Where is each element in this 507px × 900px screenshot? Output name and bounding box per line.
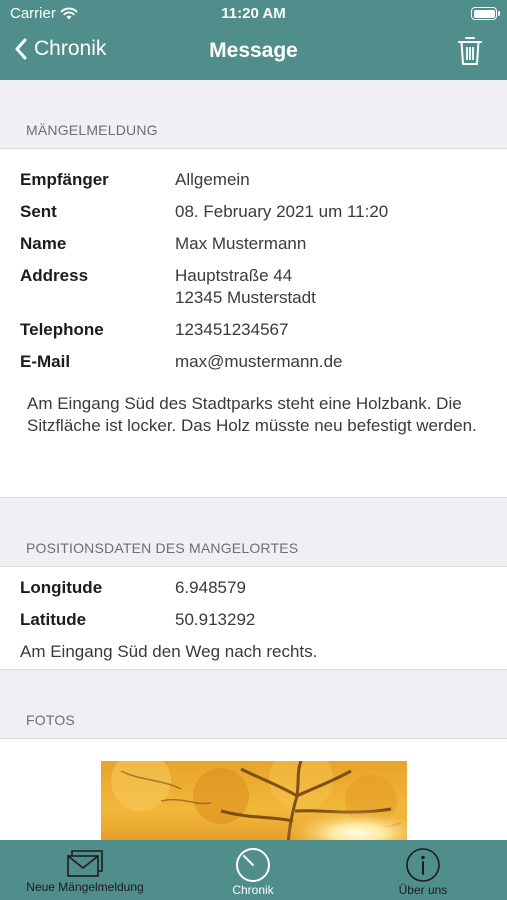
value-address: Hauptstraße 44 12345 Musterstadt <box>175 265 316 309</box>
row-address: Address Hauptstraße 44 12345 Musterstadt <box>0 265 507 309</box>
row-name: Name Max Mustermann <box>0 233 507 255</box>
row-recipient: Empfänger Allgemein <box>0 169 507 191</box>
label-longitude: Longitude <box>20 578 103 597</box>
tab-chronik[interactable]: Chronik <box>213 840 293 900</box>
tab-bar: Neue Mängelmeldung Chronik Über uns <box>0 840 507 900</box>
label-sent: Sent <box>20 202 57 221</box>
label-name: Name <box>20 234 67 253</box>
address-street: Hauptstraße 44 <box>175 266 293 285</box>
row-telephone: Telephone 123451234567 <box>0 319 507 341</box>
top-header: Carrier 11:20 AM Chronik Message <box>0 0 507 80</box>
value-telephone[interactable]: 123451234567 <box>175 319 288 341</box>
autumn-tree-photo <box>101 761 407 840</box>
position-note: Am Eingang Süd den Weg nach rechts. <box>20 642 318 661</box>
message-detail[interactable]: MÄNGELMELDUNG Empfänger Allgemein Sent 0… <box>0 80 507 840</box>
row-email: E-Mail max@mustermann.de <box>0 351 507 373</box>
tab-label-new-report: Neue Mängelmeldung <box>26 880 144 894</box>
navigation-bar: Chronik Message <box>0 27 507 80</box>
report-card: Empfänger Allgemein Sent 08. February 20… <box>0 148 507 498</box>
value-email[interactable]: max@mustermann.de <box>175 351 343 373</box>
photos-card <box>0 738 507 840</box>
battery-icon <box>471 7 500 20</box>
value-recipient: Allgemein <box>175 170 250 189</box>
section-header-position: POSITIONSDATEN DES MANGELORTES <box>26 540 299 556</box>
tab-about[interactable]: Über uns <box>383 840 463 900</box>
row-latitude: Latitude 50.913292 <box>0 609 507 631</box>
row-longitude: Longitude 6.948579 <box>0 577 507 599</box>
address-city: 12345 Musterstadt <box>175 288 316 307</box>
tab-label-about: Über uns <box>398 883 448 897</box>
tab-label-chronik: Chronik <box>232 883 274 897</box>
section-header-photos: FOTOS <box>26 712 75 728</box>
clock-icon <box>236 848 270 882</box>
value-latitude: 50.913292 <box>175 610 256 629</box>
position-card: Longitude 6.948579 Latitude 50.913292 Am… <box>0 566 507 670</box>
section-header-report: MÄNGELMELDUNG <box>26 122 158 138</box>
photo-thumbnail[interactable] <box>101 761 407 840</box>
status-time: 11:20 AM <box>221 5 286 22</box>
row-sent: Sent 08. February 2021 um 11:20 <box>0 201 507 223</box>
page-title: Message <box>209 39 298 62</box>
label-recipient: Empfänger <box>20 170 109 189</box>
tab-new-report[interactable]: Neue Mängelmeldung <box>14 840 156 900</box>
value-sent: 08. February 2021 um 11:20 <box>175 202 389 221</box>
value-name: Max Mustermann <box>175 234 307 253</box>
label-latitude: Latitude <box>20 610 87 629</box>
status-bar: Carrier 11:20 AM <box>0 0 507 27</box>
delete-button[interactable] <box>457 35 483 72</box>
label-telephone: Telephone <box>20 320 104 339</box>
report-message: Am Eingang Süd des Stadtparks steht eine… <box>27 394 477 435</box>
trash-icon <box>458 37 482 65</box>
value-longitude: 6.948579 <box>175 578 246 597</box>
envelope-icon <box>67 850 103 877</box>
label-email: E-Mail <box>20 352 71 371</box>
battery-level <box>473 9 495 18</box>
label-address: Address <box>20 266 89 285</box>
info-icon <box>406 848 440 882</box>
